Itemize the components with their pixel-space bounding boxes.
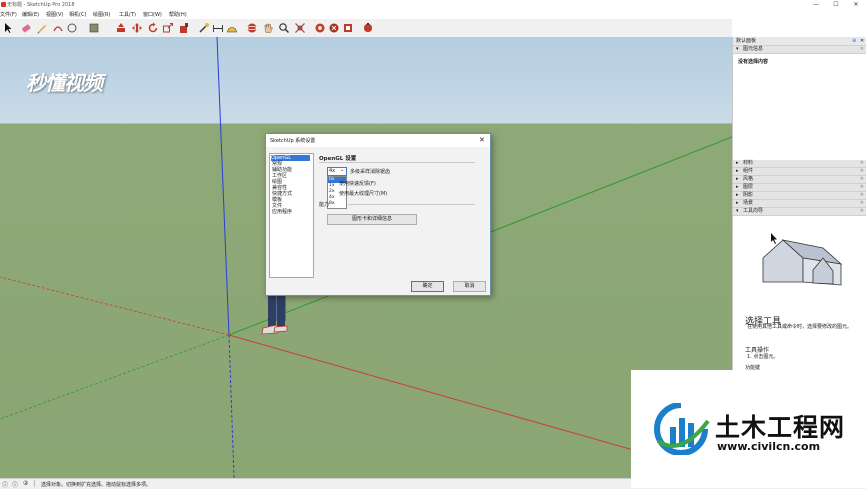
dimension-icon[interactable] — [212, 22, 224, 34]
shape-icon[interactable] — [66, 22, 78, 34]
move-icon[interactable] — [131, 22, 143, 34]
dialog-close-button[interactable]: ✕ — [479, 136, 485, 144]
paint-bucket-icon[interactable] — [178, 22, 190, 34]
menu-file[interactable]: 文件(F) — [0, 11, 17, 18]
panel-styles[interactable]: ▸ 风格 ✕ — [733, 176, 866, 184]
antialias-label: 多级采样消除锯齿 — [350, 169, 391, 175]
instructor-tool-desc: 在使用其他工具或命令时，选择要修改的图元。 — [747, 324, 853, 330]
antialias-select[interactable]: 4x ⌄ — [327, 167, 347, 176]
menu-tools[interactable]: 工具(T) — [119, 11, 136, 18]
tray-title: 默认面板 — [736, 38, 757, 44]
rectangle-icon[interactable] — [88, 22, 100, 34]
pencil-line-icon[interactable] — [36, 22, 48, 34]
menu-draw[interactable]: 绘图(R) — [93, 11, 110, 18]
category-list: OpenGL 常规 辅助功能 工作区 绘图 兼容性 快捷方式 模板 文件 应用程… — [269, 153, 314, 278]
window-title: 无标题 - SketchUp Pro 2018 — [7, 2, 75, 8]
house-illustration — [762, 233, 843, 286]
expand-arrow-icon: ▾ — [736, 46, 739, 52]
rotate-icon[interactable] — [147, 22, 159, 34]
video-watermark: 秒懂视频 — [26, 71, 103, 95]
civilcn-url: www.civilcn.com — [717, 440, 821, 453]
menu-edit[interactable]: 编辑(E) — [22, 11, 39, 18]
panel-close-icon[interactable]: ✕ — [860, 46, 864, 53]
status-divider — [34, 480, 35, 487]
blue-axis — [216, 37, 230, 336]
panel-entity-info[interactable]: ▾ 图元信息 ✕ — [733, 46, 866, 54]
chevron-down-icon: ⌄ — [340, 167, 345, 173]
panel-shadows[interactable]: ▸ 阴影 ✕ — [733, 192, 866, 200]
extension-warehouse-icon[interactable] — [328, 22, 340, 34]
green-axis-negative — [0, 334, 230, 420]
zoom-magnifier-icon[interactable] — [278, 22, 290, 34]
aa-option-8x[interactable]: 8x — [329, 201, 335, 207]
graphics-card-details-button[interactable]: 图形卡和详细信息 — [327, 214, 417, 225]
red-axis-negative — [0, 276, 230, 336]
main-toolbar — [0, 19, 732, 38]
eraser-icon[interactable] — [20, 22, 32, 34]
antialias-value: 4x — [329, 168, 336, 174]
tray-header: 默认面板 ⊕ ✕ — [733, 37, 866, 46]
protractor-icon[interactable] — [226, 22, 238, 34]
civilcn-logo-emblem — [654, 403, 710, 455]
maximize-button[interactable]: ☐ — [826, 0, 846, 10]
arc-icon[interactable] — [52, 22, 64, 34]
civilcn-name: 土木工程网 — [715, 413, 846, 442]
select-arrow-icon[interactable] — [2, 22, 14, 34]
sketchup-app-icon — [1, 2, 6, 7]
capabilities-divider — [348, 204, 475, 205]
civilcn-logo: 土木工程网 www.civilcn.com — [631, 370, 866, 488]
panel-materials[interactable]: ▸ 材料 ✕ — [733, 160, 866, 168]
menu-view[interactable]: 视图(V) — [46, 11, 63, 18]
scale-icon[interactable] — [162, 22, 174, 34]
dialog-title: SketchUp 系统设置 — [270, 138, 316, 144]
panel-components[interactable]: ▸ 组件 ✕ — [733, 168, 866, 176]
blue-axis-negative — [228, 334, 235, 478]
tape-measure-icon[interactable] — [198, 22, 210, 34]
warehouse-icon[interactable] — [314, 22, 326, 34]
instructor-ops-item: 1. 点击图元。 — [747, 354, 779, 360]
opengl-section-title: OpenGL 设置 — [319, 156, 357, 162]
extension-manager-icon[interactable] — [362, 22, 374, 34]
pin-icon[interactable]: ⊕ — [852, 37, 856, 45]
minimize-button[interactable]: — — [806, 0, 826, 10]
section-divider — [319, 162, 475, 163]
menu-window[interactable]: 窗口(W) — [143, 11, 162, 18]
menu-camera[interactable]: 相机(C) — [69, 11, 86, 18]
menu-bar: 文件(F) 编辑(E) 视图(V) 相机(C) 绘图(R) 工具(T) 窗口(W… — [0, 10, 866, 19]
panel-layers[interactable]: ▸ 图层 ✕ — [733, 184, 866, 192]
dialog-title-bar: SketchUp 系统设置 ✕ — [266, 134, 490, 147]
help-icon[interactable]: ② — [23, 480, 28, 487]
pan-hand-icon[interactable] — [262, 22, 274, 34]
cancel-button[interactable]: 取消 — [453, 281, 486, 292]
panel-scenes[interactable]: ▸ 场景 ✕ — [733, 200, 866, 208]
layout-send-icon[interactable] — [342, 22, 354, 34]
status-text: 选择对象。切换到扩充选择。拖动鼠标选择多项。 — [41, 482, 152, 488]
tray-close-icon[interactable]: ✕ — [860, 37, 864, 45]
menu-help[interactable]: 帮助(H) — [169, 11, 187, 18]
fast-feedback-label[interactable]: 使用快速反馈(F) — [339, 180, 376, 187]
orbit-icon[interactable] — [246, 22, 258, 34]
category-applications[interactable]: 应用程序 — [272, 209, 292, 215]
max-texture-label[interactable]: 使用最大纹理尺寸(M) — [339, 190, 387, 197]
title-bar: 无标题 - SketchUp Pro 2018 — ☐ ✕ — [0, 0, 866, 10]
close-window-button[interactable]: ✕ — [846, 0, 866, 10]
preferences-dialog: SketchUp 系统设置 ✕ OpenGL 常规 辅助功能 工作区 绘图 兼容… — [265, 133, 491, 296]
panel-instructor[interactable]: ▾ 工具向导 ✕ — [733, 208, 866, 216]
push-pull-icon[interactable] — [115, 22, 127, 34]
capabilities-label: 能力 — [319, 202, 330, 208]
no-selection-text: 没有选择内容 — [738, 59, 769, 65]
zoom-extents-icon[interactable] — [294, 22, 306, 34]
ok-button[interactable]: 确定 — [411, 281, 444, 292]
